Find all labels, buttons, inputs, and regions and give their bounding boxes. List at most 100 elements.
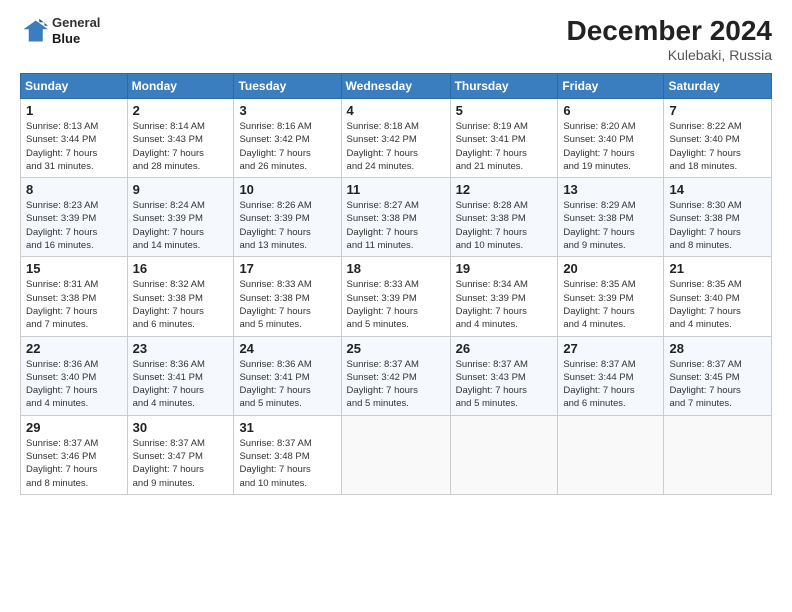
day-number: 1 bbox=[26, 103, 122, 118]
calendar-day-cell: 16 Sunrise: 8:32 AM Sunset: 3:38 PM Dayli… bbox=[127, 257, 234, 336]
day-number: 10 bbox=[239, 182, 335, 197]
day-info: Sunrise: 8:37 AM Sunset: 3:44 PM Dayligh… bbox=[563, 358, 658, 411]
header: General Blue December 2024 Kulebaki, Rus… bbox=[20, 15, 772, 63]
day-number: 30 bbox=[133, 420, 229, 435]
day-number: 29 bbox=[26, 420, 122, 435]
day-info: Sunrise: 8:22 AM Sunset: 3:40 PM Dayligh… bbox=[669, 120, 766, 173]
day-number: 15 bbox=[26, 261, 122, 276]
calendar-day-cell: 5Sunrise: 8:19 AM Sunset: 3:41 PM Daylig… bbox=[450, 99, 558, 178]
day-number: 13 bbox=[563, 182, 658, 197]
day-number: 21 bbox=[669, 261, 766, 276]
day-info: Sunrise: 8:32 AM Sunset: 3:38 PM Dayligh… bbox=[133, 278, 229, 331]
calendar-week-row: 15Sunrise: 8:31 AM Sunset: 3:38 PM Dayli… bbox=[21, 257, 772, 336]
day-info: Sunrise: 8:33 AM Sunset: 3:39 PM Dayligh… bbox=[347, 278, 445, 331]
day-info: Sunrise: 8:18 AM Sunset: 3:42 PM Dayligh… bbox=[347, 120, 445, 173]
day-info: Sunrise: 8:26 AM Sunset: 3:39 PM Dayligh… bbox=[239, 199, 335, 252]
day-number: 14 bbox=[669, 182, 766, 197]
calendar-day-cell: 8 Sunrise: 8:23 AM Sunset: 3:39 PM Daylig… bbox=[21, 178, 128, 257]
calendar-day-cell: 6 Sunrise: 8:20 AM Sunset: 3:40 PM Daylig… bbox=[558, 99, 664, 178]
calendar-day-cell: 20 Sunrise: 8:35 AM Sunset: 3:39 PM Dayli… bbox=[558, 257, 664, 336]
location-subtitle: Kulebaki, Russia bbox=[567, 47, 772, 63]
day-info: Sunrise: 8:37 AM Sunset: 3:47 PM Dayligh… bbox=[133, 437, 229, 490]
day-info: Sunrise: 8:36 AM Sunset: 3:41 PM Dayligh… bbox=[133, 358, 229, 411]
calendar-day-cell: 28 Sunrise: 8:37 AM Sunset: 3:45 PM Dayli… bbox=[664, 336, 772, 415]
calendar-day-cell: 27 Sunrise: 8:37 AM Sunset: 3:44 PM Dayli… bbox=[558, 336, 664, 415]
calendar-day-cell: 19Sunrise: 8:34 AM Sunset: 3:39 PM Dayli… bbox=[450, 257, 558, 336]
day-info: Sunrise: 8:20 AM Sunset: 3:40 PM Dayligh… bbox=[563, 120, 658, 173]
day-info: Sunrise: 8:37 AM Sunset: 3:46 PM Dayligh… bbox=[26, 437, 122, 490]
day-number: 25 bbox=[347, 341, 445, 356]
day-number: 11 bbox=[347, 182, 445, 197]
day-info: Sunrise: 8:34 AM Sunset: 3:39 PM Dayligh… bbox=[456, 278, 553, 331]
day-number: 9 bbox=[133, 182, 229, 197]
weekday-header: Wednesday bbox=[341, 74, 450, 99]
day-info: Sunrise: 8:13 AM Sunset: 3:44 PM Dayligh… bbox=[26, 120, 122, 173]
calendar-day-cell: 14 Sunrise: 8:30 AM Sunset: 3:38 PM Dayli… bbox=[664, 178, 772, 257]
weekday-header-row: SundayMondayTuesdayWednesdayThursdayFrid… bbox=[21, 74, 772, 99]
day-info: Sunrise: 8:27 AM Sunset: 3:38 PM Dayligh… bbox=[347, 199, 445, 252]
calendar-day-cell: 29 Sunrise: 8:37 AM Sunset: 3:46 PM Dayli… bbox=[21, 415, 128, 494]
logo-text: General Blue bbox=[52, 15, 100, 46]
day-info: Sunrise: 8:37 AM Sunset: 3:43 PM Dayligh… bbox=[456, 358, 553, 411]
weekday-header: Friday bbox=[558, 74, 664, 99]
logo-icon bbox=[20, 17, 48, 45]
day-info: Sunrise: 8:16 AM Sunset: 3:42 PM Dayligh… bbox=[239, 120, 335, 173]
day-info: Sunrise: 8:24 AM Sunset: 3:39 PM Dayligh… bbox=[133, 199, 229, 252]
day-number: 12 bbox=[456, 182, 553, 197]
day-info: Sunrise: 8:28 AM Sunset: 3:38 PM Dayligh… bbox=[456, 199, 553, 252]
calendar-day-cell: 30 Sunrise: 8:37 AM Sunset: 3:47 PM Dayli… bbox=[127, 415, 234, 494]
day-number: 17 bbox=[239, 261, 335, 276]
calendar-day-cell bbox=[558, 415, 664, 494]
page: General Blue December 2024 Kulebaki, Rus… bbox=[0, 0, 792, 612]
logo: General Blue bbox=[20, 15, 100, 46]
calendar-day-cell: 31Sunrise: 8:37 AM Sunset: 3:48 PM Dayli… bbox=[234, 415, 341, 494]
calendar-week-row: 1 Sunrise: 8:13 AM Sunset: 3:44 PM Daylig… bbox=[21, 99, 772, 178]
calendar-day-cell: 18Sunrise: 8:33 AM Sunset: 3:39 PM Dayli… bbox=[341, 257, 450, 336]
weekday-header: Sunday bbox=[21, 74, 128, 99]
day-info: Sunrise: 8:36 AM Sunset: 3:41 PM Dayligh… bbox=[239, 358, 335, 411]
day-number: 7 bbox=[669, 103, 766, 118]
calendar-day-cell: 4 Sunrise: 8:18 AM Sunset: 3:42 PM Daylig… bbox=[341, 99, 450, 178]
weekday-header: Monday bbox=[127, 74, 234, 99]
day-number: 6 bbox=[563, 103, 658, 118]
day-number: 16 bbox=[133, 261, 229, 276]
day-info: Sunrise: 8:35 AM Sunset: 3:39 PM Dayligh… bbox=[563, 278, 658, 331]
calendar-day-cell: 21Sunrise: 8:35 AM Sunset: 3:40 PM Dayli… bbox=[664, 257, 772, 336]
calendar-day-cell bbox=[450, 415, 558, 494]
weekday-header: Tuesday bbox=[234, 74, 341, 99]
day-number: 8 bbox=[26, 182, 122, 197]
weekday-header: Thursday bbox=[450, 74, 558, 99]
day-number: 27 bbox=[563, 341, 658, 356]
day-info: Sunrise: 8:23 AM Sunset: 3:39 PM Dayligh… bbox=[26, 199, 122, 252]
day-number: 22 bbox=[26, 341, 122, 356]
title-block: December 2024 Kulebaki, Russia bbox=[567, 15, 772, 63]
calendar-day-cell: 25 Sunrise: 8:37 AM Sunset: 3:42 PM Dayli… bbox=[341, 336, 450, 415]
day-number: 3 bbox=[239, 103, 335, 118]
calendar-day-cell: 2Sunrise: 8:14 AM Sunset: 3:43 PM Daylig… bbox=[127, 99, 234, 178]
calendar-day-cell bbox=[341, 415, 450, 494]
day-info: Sunrise: 8:37 AM Sunset: 3:42 PM Dayligh… bbox=[347, 358, 445, 411]
day-info: Sunrise: 8:19 AM Sunset: 3:41 PM Dayligh… bbox=[456, 120, 553, 173]
day-info: Sunrise: 8:36 AM Sunset: 3:40 PM Dayligh… bbox=[26, 358, 122, 411]
day-number: 24 bbox=[239, 341, 335, 356]
day-number: 28 bbox=[669, 341, 766, 356]
calendar-day-cell: 17 Sunrise: 8:33 AM Sunset: 3:38 PM Dayli… bbox=[234, 257, 341, 336]
calendar-body: 1 Sunrise: 8:13 AM Sunset: 3:44 PM Daylig… bbox=[21, 99, 772, 495]
calendar-day-cell: 9 Sunrise: 8:24 AM Sunset: 3:39 PM Daylig… bbox=[127, 178, 234, 257]
day-info: Sunrise: 8:30 AM Sunset: 3:38 PM Dayligh… bbox=[669, 199, 766, 252]
calendar-day-cell: 1 Sunrise: 8:13 AM Sunset: 3:44 PM Daylig… bbox=[21, 99, 128, 178]
calendar-week-row: 22 Sunrise: 8:36 AM Sunset: 3:40 PM Dayli… bbox=[21, 336, 772, 415]
calendar-week-row: 29 Sunrise: 8:37 AM Sunset: 3:46 PM Dayli… bbox=[21, 415, 772, 494]
day-info: Sunrise: 8:33 AM Sunset: 3:38 PM Dayligh… bbox=[239, 278, 335, 331]
calendar-week-row: 8 Sunrise: 8:23 AM Sunset: 3:39 PM Daylig… bbox=[21, 178, 772, 257]
calendar-day-cell: 3 Sunrise: 8:16 AM Sunset: 3:42 PM Daylig… bbox=[234, 99, 341, 178]
day-info: Sunrise: 8:37 AM Sunset: 3:45 PM Dayligh… bbox=[669, 358, 766, 411]
day-info: Sunrise: 8:29 AM Sunset: 3:38 PM Dayligh… bbox=[563, 199, 658, 252]
day-number: 26 bbox=[456, 341, 553, 356]
calendar-day-cell: 11 Sunrise: 8:27 AM Sunset: 3:38 PM Dayli… bbox=[341, 178, 450, 257]
day-number: 4 bbox=[347, 103, 445, 118]
day-number: 20 bbox=[563, 261, 658, 276]
calendar-day-cell: 15Sunrise: 8:31 AM Sunset: 3:38 PM Dayli… bbox=[21, 257, 128, 336]
calendar-day-cell: 23Sunrise: 8:36 AM Sunset: 3:41 PM Dayli… bbox=[127, 336, 234, 415]
calendar-day-cell bbox=[664, 415, 772, 494]
